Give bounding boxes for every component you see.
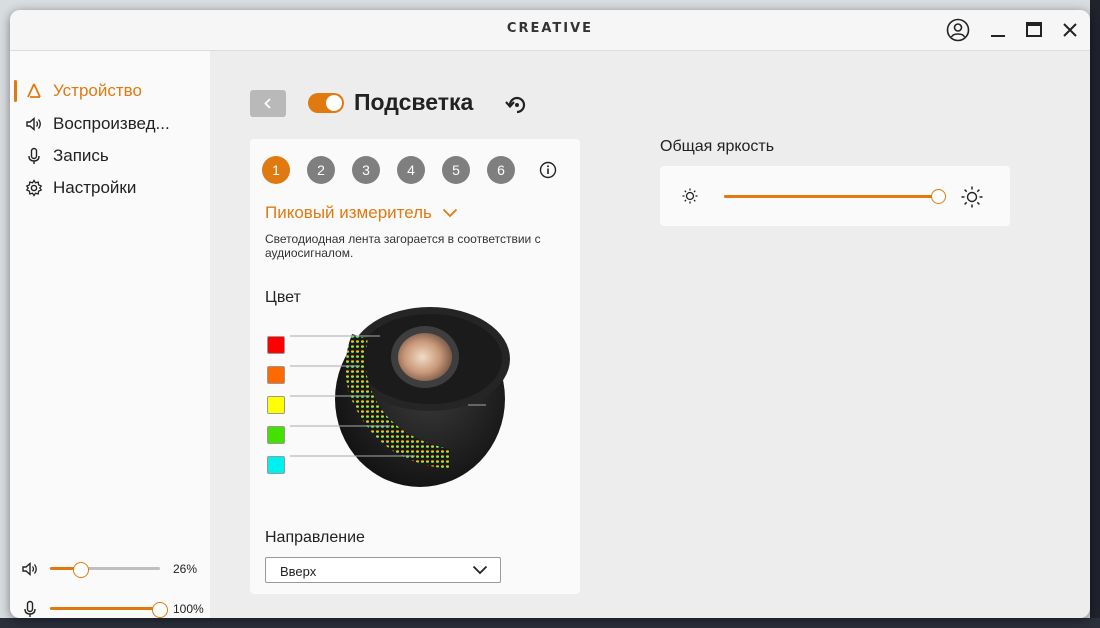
title-bar: CREATIVE (10, 10, 1090, 51)
zone-step-4[interactable]: 4 (397, 156, 425, 184)
zone-step-5[interactable]: 5 (442, 156, 470, 184)
brightness-low-icon (682, 188, 698, 204)
chevron-down-icon (442, 208, 458, 218)
sidebar-item-label: Запись (53, 146, 109, 165)
zone-step-3[interactable]: 3 (352, 156, 380, 184)
lighting-toggle[interactable] (308, 93, 344, 113)
maximize-button[interactable] (1022, 18, 1046, 42)
app-window: CREATIVE Устройство Воспроизвед... Запис… (10, 10, 1090, 618)
reset-icon[interactable] (504, 92, 530, 118)
direction-dropdown[interactable]: Вверх (265, 557, 501, 583)
zone-step-1[interactable]: 1 (262, 156, 290, 184)
back-button[interactable] (250, 90, 286, 117)
volume-value: 26% (173, 562, 198, 576)
mic-slider-row: 100% (10, 597, 210, 618)
sidebar-item-label: Устройство (53, 81, 142, 100)
minimize-button[interactable] (986, 18, 1010, 42)
mic-value: 100% (173, 602, 204, 616)
desktop-background-right (1090, 0, 1100, 628)
microphone-icon (28, 147, 40, 164)
mode-dropdown[interactable]: Пиковый измеритель (265, 201, 458, 225)
color-swatch-3[interactable] (267, 396, 285, 414)
volume-slider-thumb[interactable] (72, 561, 89, 578)
speaker-illustration (290, 307, 510, 487)
sidebar: Устройство Воспроизвед... Запись Настрой… (10, 51, 210, 618)
zone-step-2[interactable]: 2 (307, 156, 335, 184)
brightness-label: Общая яркость (660, 138, 775, 155)
brightness-card (660, 166, 1010, 226)
brightness-high-icon (961, 186, 983, 208)
device-icon (27, 83, 41, 98)
sidebar-item-recording[interactable]: Запись (10, 142, 210, 170)
toggle-knob (326, 95, 342, 111)
brightness-slider-thumb[interactable] (930, 189, 946, 204)
color-swatch-4[interactable] (267, 426, 285, 444)
app-logo: CREATIVE (506, 21, 594, 36)
sidebar-item-settings[interactable]: Настройки (10, 174, 210, 202)
color-swatch-5[interactable] (267, 456, 285, 474)
volume-slider-row: 26% (10, 557, 210, 581)
sidebar-item-device[interactable]: Устройство (10, 77, 210, 105)
sidebar-item-playback[interactable]: Воспроизвед... (10, 110, 210, 138)
lighting-card: 1 2 3 4 5 6 Пиковый измеритель Светодиод… (250, 139, 580, 594)
color-swatch-1[interactable] (267, 336, 285, 354)
direction-value: Вверх (280, 564, 317, 579)
mic-slider-thumb[interactable] (152, 601, 168, 618)
chevron-left-icon (264, 98, 271, 109)
info-icon[interactable] (538, 160, 558, 180)
microphone-icon[interactable] (20, 599, 40, 618)
brightness-fill (724, 195, 938, 198)
close-button[interactable] (1058, 18, 1082, 42)
speaker-icon (26, 116, 41, 132)
mode-description: Светодиодная лента загорается в соответс… (265, 232, 541, 260)
account-icon[interactable] (946, 18, 970, 42)
mode-value: Пиковый измеритель (265, 203, 432, 222)
chevron-down-icon (472, 565, 488, 575)
mic-fill (50, 607, 160, 610)
sidebar-item-label: Настройки (53, 178, 137, 197)
zone-step-6[interactable]: 6 (487, 156, 515, 184)
direction-label: Направление (265, 529, 365, 546)
gear-icon (25, 179, 43, 197)
desktop-background-bottom (0, 618, 1100, 628)
volume-icon[interactable] (20, 559, 40, 579)
color-swatch-2[interactable] (267, 366, 285, 384)
page-title: Подсветка (354, 89, 474, 115)
sidebar-item-label: Воспроизвед... (53, 114, 170, 133)
